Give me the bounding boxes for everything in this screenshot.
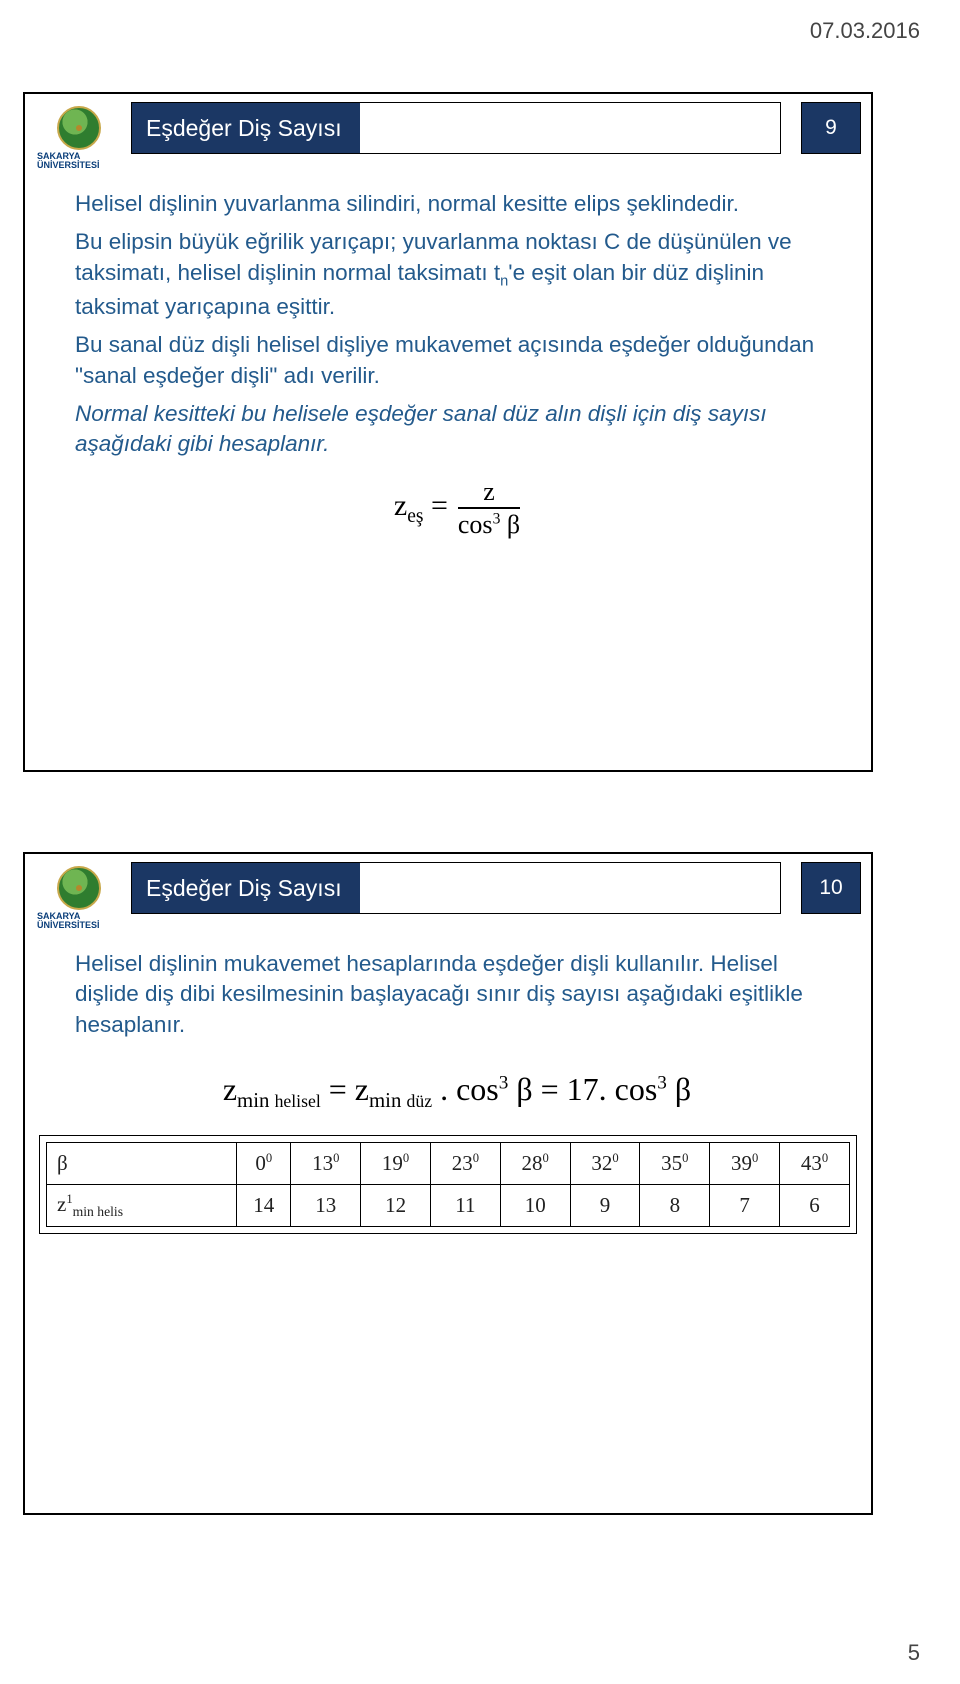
f2-z: z xyxy=(223,1071,237,1107)
f-lhs: z xyxy=(394,489,407,522)
cell: 00 xyxy=(237,1143,291,1185)
f-den-pre: cos xyxy=(458,510,493,539)
cell: 6 xyxy=(780,1185,850,1227)
cell: 7 xyxy=(710,1185,780,1227)
f2-sub2: min xyxy=(369,1089,401,1112)
slide-10: SAKARYA ÜNİVERSİTESİ Eşdeğer Diş Sayısı … xyxy=(23,852,873,1515)
slide-body: Helisel dişlinin yuvarlanma silindiri, n… xyxy=(25,171,871,556)
slide-title-box: Eşdeğer Diş Sayısı xyxy=(131,862,781,914)
page-date: 07.03.2016 xyxy=(810,18,920,44)
logo-line2: ÜNİVERSİTESİ xyxy=(37,160,100,170)
f2-beta: β = 17. cos xyxy=(508,1071,657,1107)
logo-line2: ÜNİVERSİTESİ xyxy=(37,920,100,930)
slide-title: Eşdeğer Diş Sayısı xyxy=(132,863,360,913)
table-row: β 00 130 190 230 280 320 350 390 430 xyxy=(47,1143,850,1185)
cell: 8 xyxy=(640,1185,710,1227)
paragraph-3: Bu sanal düz dişli helisel dişliye mukav… xyxy=(75,330,839,391)
f2-sup1: 3 xyxy=(499,1072,509,1093)
university-logo: SAKARYA ÜNİVERSİTESİ xyxy=(37,102,121,171)
cell: 12 xyxy=(361,1185,431,1227)
f2-sub2b: düz xyxy=(407,1091,433,1111)
cell: 130 xyxy=(291,1143,361,1185)
logo-text: SAKARYA ÜNİVERSİTESİ xyxy=(37,152,121,171)
paragraph-1: Helisel dişlinin yuvarlanma silindiri, n… xyxy=(75,189,839,219)
cell: 11 xyxy=(430,1185,500,1227)
page-number: 5 xyxy=(908,1640,920,1666)
logo-text: SAKARYA ÜNİVERSİTESİ xyxy=(37,912,121,931)
slide-title-box: Eşdeğer Diş Sayısı xyxy=(131,102,781,154)
table-row: z1min helis 14 13 12 11 10 9 8 7 6 xyxy=(47,1185,850,1227)
cell: 280 xyxy=(500,1143,570,1185)
cell: 230 xyxy=(430,1143,500,1185)
beta-table: β 00 130 190 230 280 320 350 390 430 z1m… xyxy=(46,1142,850,1227)
f2-end: β xyxy=(667,1071,691,1107)
slide-body: Helisel dişlinin mukavemet hesaplarında … xyxy=(25,931,871,1116)
slide-number: 10 xyxy=(801,862,861,914)
f-lhs-sub: eş xyxy=(407,506,423,527)
formula-zes: zeş = z cos3 β xyxy=(75,478,839,539)
paragraph-2: Bu elipsin büyük eğrilik yarıçapı; yuvar… xyxy=(75,227,839,322)
cell: 13 xyxy=(291,1185,361,1227)
formula-zmin: zmin helisel = zmin düz . cos3 β = 17. c… xyxy=(75,1068,839,1115)
row1-label: β xyxy=(47,1143,237,1185)
logo-icon xyxy=(57,866,101,910)
f2-eq1: = z xyxy=(329,1071,369,1107)
slide-title: Eşdeğer Diş Sayısı xyxy=(132,103,360,153)
cell: 320 xyxy=(570,1143,640,1185)
cell: 390 xyxy=(710,1143,780,1185)
f2-sub1: min xyxy=(237,1089,269,1112)
slide-header: SAKARYA ÜNİVERSİTESİ Eşdeğer Diş Sayısı … xyxy=(25,94,871,171)
f2-sub1b: helisel xyxy=(275,1091,321,1111)
row2-label: z1min helis xyxy=(47,1185,237,1227)
paragraph-4: Normal kesitteki bu helisele eşdeğer san… xyxy=(75,399,839,460)
university-logo: SAKARYA ÜNİVERSİTESİ xyxy=(37,862,121,931)
slide-number: 9 xyxy=(801,102,861,154)
cell: 430 xyxy=(780,1143,850,1185)
cell: 9 xyxy=(570,1185,640,1227)
f2-mid: . cos xyxy=(440,1071,499,1107)
f-num: z xyxy=(458,478,520,509)
paragraph-1: Helisel dişlinin mukavemet hesaplarında … xyxy=(75,949,839,1040)
f2-sup2: 3 xyxy=(657,1072,667,1093)
beta-table-wrap: β 00 130 190 230 280 320 350 390 430 z1m… xyxy=(39,1135,857,1234)
cell: 190 xyxy=(361,1143,431,1185)
cell: 350 xyxy=(640,1143,710,1185)
slide-header: SAKARYA ÜNİVERSİTESİ Eşdeğer Diş Sayısı … xyxy=(25,854,871,931)
f-eq: = xyxy=(431,489,448,522)
f-den-suf: β xyxy=(500,510,520,539)
cell: 14 xyxy=(237,1185,291,1227)
logo-icon xyxy=(57,106,101,150)
slide-9: SAKARYA ÜNİVERSİTESİ Eşdeğer Diş Sayısı … xyxy=(23,92,873,772)
cell: 10 xyxy=(500,1185,570,1227)
